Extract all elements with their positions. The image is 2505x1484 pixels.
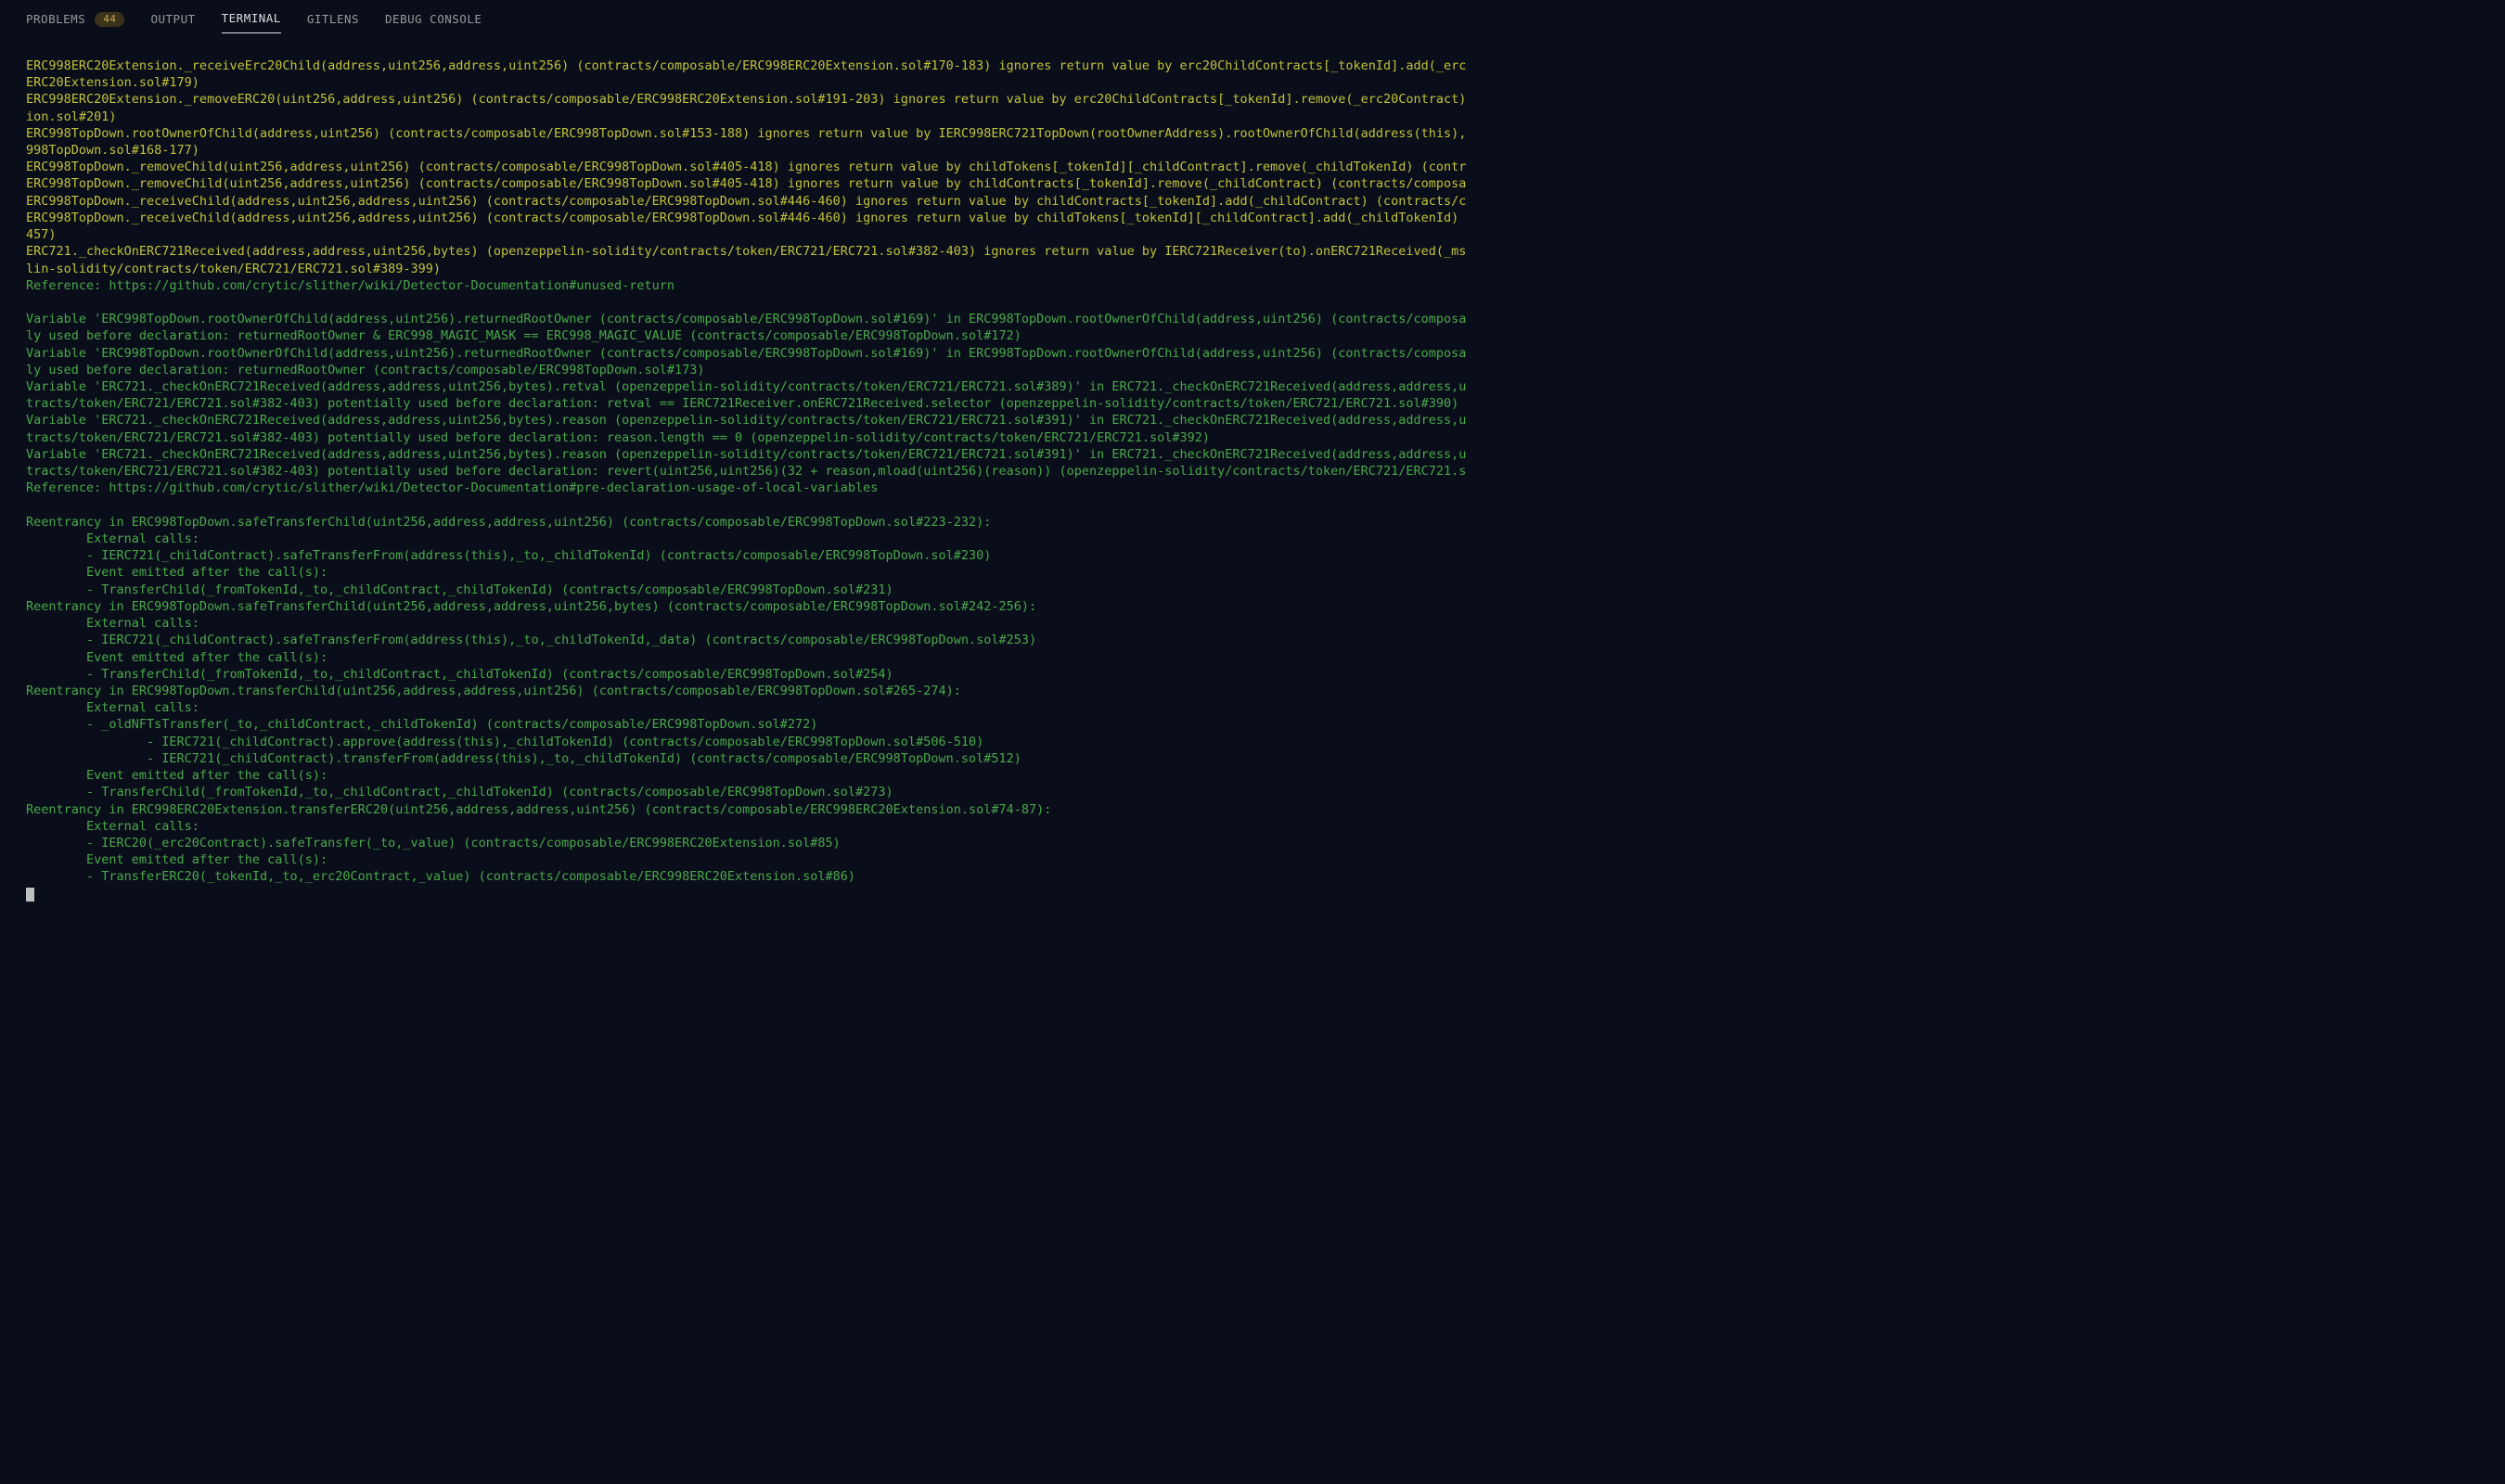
terminal-output[interactable]: ERC998ERC20Extension._receiveErc20Child(… <box>0 41 2505 1484</box>
terminal-line: - IERC721(_childContract).transferFrom(a… <box>26 750 2479 767</box>
terminal-line: Variable 'ERC721._checkOnERC721Received(… <box>26 412 2479 429</box>
tab-debug-console-label: DEBUG CONSOLE <box>385 12 482 28</box>
bottom-panel: PROBLEMS 44 OUTPUT TERMINAL GITLENS DEBU… <box>0 0 2505 1484</box>
terminal-line: ly used before declaration: returnedRoot… <box>26 327 2479 344</box>
terminal-line: tracts/token/ERC721/ERC721.sol#382-403) … <box>26 429 2479 446</box>
terminal-line: - IERC721(_childContract).approve(addres… <box>26 734 2479 750</box>
terminal-line: ERC721._checkOnERC721Received(address,ad… <box>26 243 2479 260</box>
terminal-line: - TransferChild(_fromTokenId,_to,_childC… <box>26 666 2479 683</box>
terminal-line: 457) <box>26 226 2479 243</box>
terminal-line: tracts/token/ERC721/ERC721.sol#382-403) … <box>26 395 2479 412</box>
terminal-line: 998TopDown.sol#168-177) <box>26 142 2479 159</box>
terminal-line: Event emitted after the call(s): <box>26 851 2479 868</box>
terminal-line: - IERC721(_childContract).safeTransferFr… <box>26 547 2479 564</box>
terminal-line: Reference: https://github.com/crytic/sli… <box>26 480 2479 496</box>
terminal-line: ERC998TopDown._removeChild(uint256,addre… <box>26 175 2479 192</box>
terminal-line: External calls: <box>26 531 2479 547</box>
terminal-line: Reference: https://github.com/crytic/sli… <box>26 277 2479 294</box>
terminal-line: Reentrancy in ERC998TopDown.safeTransfer… <box>26 514 2479 531</box>
terminal-line: ERC20Extension.sol#179) <box>26 74 2479 91</box>
terminal-line: Event emitted after the call(s): <box>26 564 2479 581</box>
terminal-line: Variable 'ERC998TopDown.rootOwnerOfChild… <box>26 345 2479 362</box>
terminal-line: Variable 'ERC721._checkOnERC721Received(… <box>26 446 2479 463</box>
terminal-line: Event emitted after the call(s): <box>26 649 2479 666</box>
terminal-line: ERC998TopDown.rootOwnerOfChild(address,u… <box>26 125 2479 142</box>
tab-terminal[interactable]: TERMINAL <box>222 11 281 33</box>
terminal-line: Variable 'ERC721._checkOnERC721Received(… <box>26 378 2479 395</box>
terminal-line: ERC998ERC20Extension._receiveErc20Child(… <box>26 58 2479 74</box>
terminal-line: tracts/token/ERC721/ERC721.sol#382-403) … <box>26 463 2479 480</box>
terminal-line: - TransferERC20(_tokenId,_to,_erc20Contr… <box>26 868 2479 885</box>
tab-output-label: OUTPUT <box>150 12 195 28</box>
terminal-line: Reentrancy in ERC998ERC20Extension.trans… <box>26 801 2479 818</box>
terminal-line: - IERC20(_erc20Contract).safeTransfer(_t… <box>26 835 2479 851</box>
terminal-line: - _oldNFTsTransfer(_to,_childContract,_c… <box>26 716 2479 733</box>
terminal-line: - TransferChild(_fromTokenId,_to,_childC… <box>26 582 2479 598</box>
tab-problems-label: PROBLEMS <box>26 12 85 28</box>
tab-gitlens[interactable]: GITLENS <box>307 12 359 33</box>
terminal-line: External calls: <box>26 818 2479 835</box>
terminal-line: ion.sol#201) <box>26 109 2479 125</box>
terminal-line: ERC998TopDown._removeChild(uint256,addre… <box>26 159 2479 175</box>
panel-tab-bar: PROBLEMS 44 OUTPUT TERMINAL GITLENS DEBU… <box>0 0 2505 41</box>
terminal-line: lin-solidity/contracts/token/ERC721/ERC7… <box>26 261 2479 277</box>
problems-badge: 44 <box>95 12 124 28</box>
tab-problems[interactable]: PROBLEMS 44 <box>26 12 124 33</box>
terminal-line: Variable 'ERC998TopDown.rootOwnerOfChild… <box>26 311 2479 327</box>
terminal-line <box>26 497 2479 514</box>
terminal-line: ERC998ERC20Extension._removeERC20(uint25… <box>26 91 2479 108</box>
terminal-line: Reentrancy in ERC998TopDown.safeTransfer… <box>26 598 2479 615</box>
terminal-line: External calls: <box>26 699 2479 716</box>
tab-debug-console[interactable]: DEBUG CONSOLE <box>385 12 482 33</box>
terminal-line <box>26 294 2479 311</box>
tab-output[interactable]: OUTPUT <box>150 12 195 33</box>
terminal-line: ly used before declaration: returnedRoot… <box>26 362 2479 378</box>
terminal-line: - IERC721(_childContract).safeTransferFr… <box>26 632 2479 648</box>
terminal-line: ERC998TopDown._receiveChild(address,uint… <box>26 210 2479 226</box>
terminal-line: - TransferChild(_fromTokenId,_to,_childC… <box>26 784 2479 800</box>
cursor-icon <box>26 888 34 902</box>
terminal-line: Reentrancy in ERC998TopDown.transferChil… <box>26 683 2479 699</box>
terminal-line: Event emitted after the call(s): <box>26 767 2479 784</box>
terminal-line: ERC998TopDown._receiveChild(address,uint… <box>26 193 2479 210</box>
terminal-line: External calls: <box>26 615 2479 632</box>
terminal-cursor-line <box>26 886 2479 902</box>
tab-gitlens-label: GITLENS <box>307 12 359 28</box>
tab-terminal-label: TERMINAL <box>222 11 281 27</box>
